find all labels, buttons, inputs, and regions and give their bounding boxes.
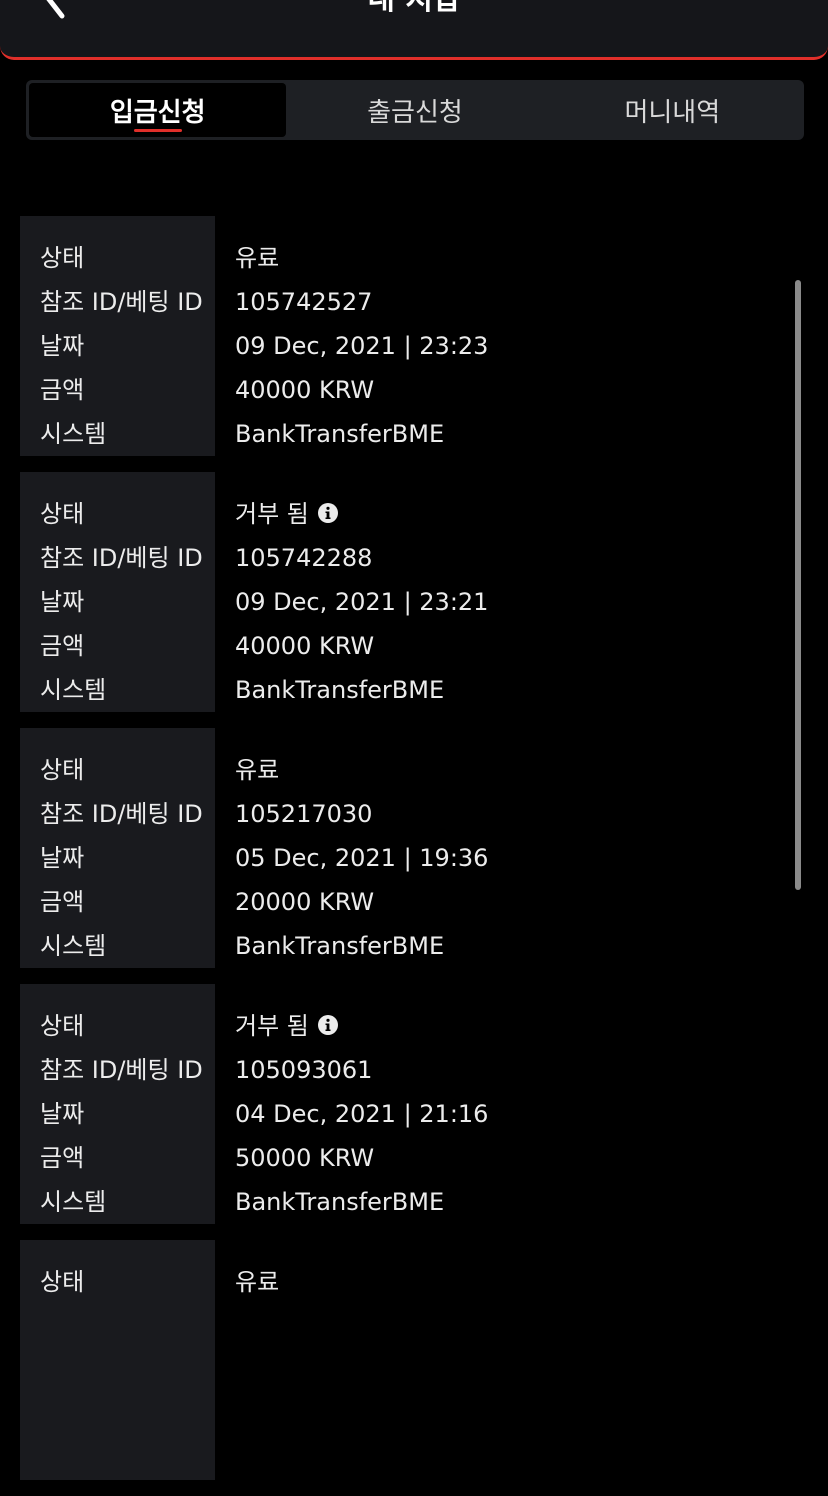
date-label: 날짜 <box>40 332 85 360</box>
system-value: BankTransferBME <box>235 676 445 704</box>
transaction-card: 상태 유료 참조 ID/베팅 ID 105742527 날짜 09 Dec, 2… <box>20 216 790 456</box>
scrollbar[interactable] <box>795 280 801 890</box>
tab-bar: 입금신청 출금신청 머니내역 <box>26 80 804 140</box>
page-title: 내 지갑 <box>0 0 828 22</box>
date-value: 05 Dec, 2021 | 19:36 <box>235 844 489 872</box>
date-label: 날짜 <box>40 588 85 616</box>
date-label: 날짜 <box>40 1100 85 1128</box>
ref-label: 참조 ID/베팅 ID <box>40 800 203 828</box>
ref-value: 105217030 <box>235 800 373 828</box>
amount-value: 20000 KRW <box>235 888 375 916</box>
tab-label: 출금신청 <box>367 97 463 128</box>
amount-label: 금액 <box>40 632 85 660</box>
ref-label: 참조 ID/베팅 ID <box>40 1056 203 1084</box>
ref-value: 105742288 <box>235 544 373 572</box>
amount-label: 금액 <box>40 888 85 916</box>
tab-withdraw-request[interactable]: 출금신청 <box>286 83 543 137</box>
tab-label: 머니내역 <box>624 97 721 128</box>
amount-label: 금액 <box>40 376 85 404</box>
status-value: 거부 됨 <box>235 1004 339 1048</box>
transaction-card: 상태 거부 됨 참조 ID/베팅 ID 105093061 날짜 04 Dec,… <box>20 984 790 1224</box>
tab-label: 입금신청 <box>109 97 206 128</box>
info-icon[interactable] <box>317 502 339 524</box>
status-label: 상태 <box>40 756 85 784</box>
amount-value: 50000 KRW <box>235 1144 375 1172</box>
ref-value: 105742527 <box>235 288 373 316</box>
status-label: 상태 <box>40 1012 85 1040</box>
tab-money-history[interactable]: 머니내역 <box>544 83 801 137</box>
transaction-card: 상태 유료 <box>20 1240 790 1480</box>
status-label: 상태 <box>40 500 85 528</box>
status-value: 유료 <box>235 244 280 272</box>
date-value: 04 Dec, 2021 | 21:16 <box>235 1100 489 1128</box>
ref-label: 참조 ID/베팅 ID <box>40 544 203 572</box>
ref-label: 참조 ID/베팅 ID <box>40 288 203 316</box>
amount-value: 40000 KRW <box>235 376 375 404</box>
info-icon[interactable] <box>317 1014 339 1036</box>
system-value: BankTransferBME <box>235 1188 445 1216</box>
system-label: 시스템 <box>40 1188 107 1216</box>
status-value: 유료 <box>235 756 280 784</box>
status-label: 상태 <box>40 244 85 272</box>
active-tab-indicator <box>133 129 182 132</box>
status-text: 거부 됨 <box>235 500 309 528</box>
system-value: BankTransferBME <box>235 932 445 960</box>
transaction-card: 상태 유료 참조 ID/베팅 ID 105217030 날짜 05 Dec, 2… <box>20 728 790 968</box>
system-label: 시스템 <box>40 676 107 704</box>
system-value: BankTransferBME <box>235 420 445 448</box>
amount-label: 금액 <box>40 1144 85 1172</box>
transaction-card: 상태 거부 됨 참조 ID/베팅 ID 105742288 날짜 09 Dec,… <box>20 472 790 712</box>
date-label: 날짜 <box>40 844 85 872</box>
status-text: 거부 됨 <box>235 1012 309 1040</box>
header-bar: 내 지갑 <box>0 0 828 60</box>
date-value: 09 Dec, 2021 | 23:23 <box>235 332 489 360</box>
system-label: 시스템 <box>40 420 107 448</box>
ref-value: 105093061 <box>235 1056 373 1084</box>
amount-value: 40000 KRW <box>235 632 375 660</box>
status-value: 거부 됨 <box>235 492 339 536</box>
system-label: 시스템 <box>40 932 107 960</box>
date-value: 09 Dec, 2021 | 23:21 <box>235 588 489 616</box>
transaction-list: 상태 유료 참조 ID/베팅 ID 105742527 날짜 09 Dec, 2… <box>20 216 790 1496</box>
status-value: 유료 <box>235 1268 280 1296</box>
status-label: 상태 <box>40 1268 85 1296</box>
tab-deposit-request[interactable]: 입금신청 <box>29 83 287 137</box>
